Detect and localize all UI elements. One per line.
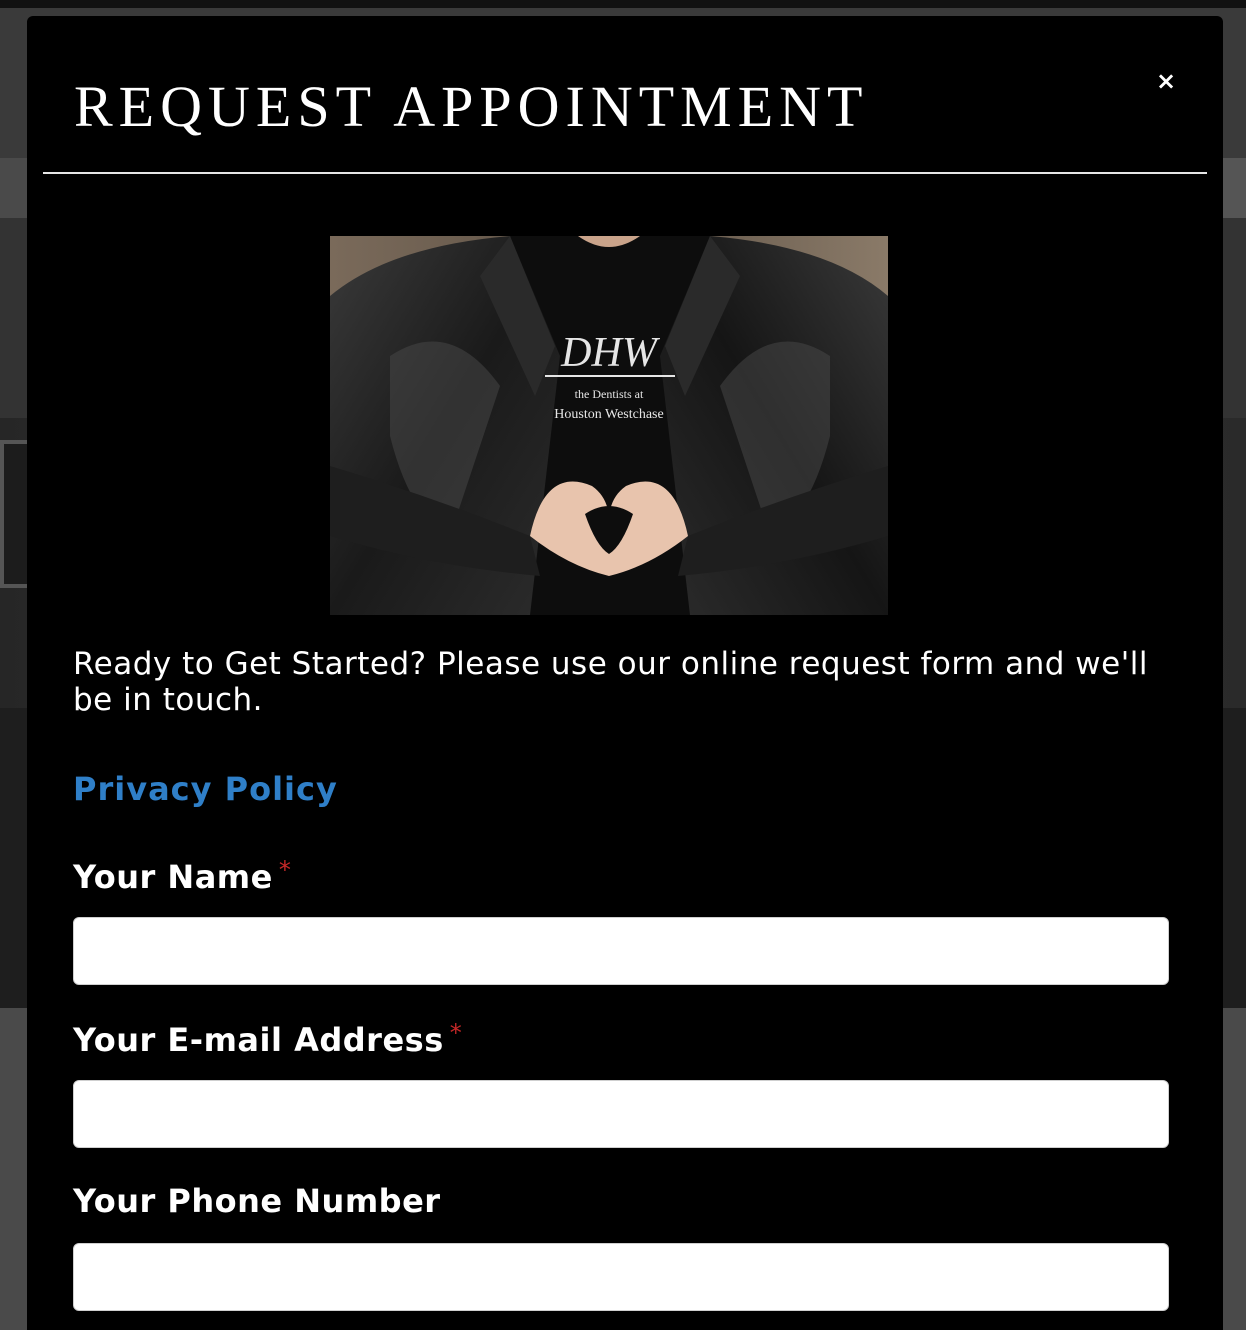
name-input[interactable] bbox=[73, 917, 1169, 985]
close-button[interactable]: × bbox=[1149, 66, 1183, 96]
background-nav-strip bbox=[1222, 158, 1246, 218]
phone-label: Your Phone Number bbox=[73, 1182, 441, 1220]
phone-label-text: Your Phone Number bbox=[73, 1182, 441, 1220]
email-label-text: Your E-mail Address bbox=[73, 1021, 444, 1059]
shirt-logo-line1: the Dentists at bbox=[575, 387, 644, 401]
name-label: Your Name * bbox=[73, 856, 291, 896]
required-asterisk: * bbox=[278, 856, 292, 884]
email-label: Your E-mail Address * bbox=[73, 1019, 462, 1059]
shirt-logo-monogram: DHW bbox=[560, 330, 661, 376]
promo-photo: DHW the Dentists at Houston Westchase bbox=[330, 236, 888, 615]
background-topbar bbox=[0, 0, 1246, 8]
email-input[interactable] bbox=[73, 1080, 1169, 1148]
title-divider bbox=[43, 172, 1207, 174]
phone-input[interactable] bbox=[73, 1243, 1169, 1311]
name-label-text: Your Name bbox=[73, 858, 273, 896]
privacy-policy-link[interactable]: Privacy Policy bbox=[73, 770, 338, 808]
modal-title: REQUEST APPOINTMENT bbox=[74, 74, 869, 139]
intro-text: Ready to Get Started? Please use our onl… bbox=[73, 646, 1148, 718]
request-appointment-modal: REQUEST APPOINTMENT × DHW the Dentists a… bbox=[27, 16, 1223, 1330]
required-asterisk: * bbox=[449, 1019, 463, 1047]
page: REQUEST APPOINTMENT × DHW the Dentists a… bbox=[0, 0, 1246, 1330]
close-icon: × bbox=[1155, 67, 1177, 95]
shirt-logo-line2: Houston Westchase bbox=[554, 407, 663, 422]
